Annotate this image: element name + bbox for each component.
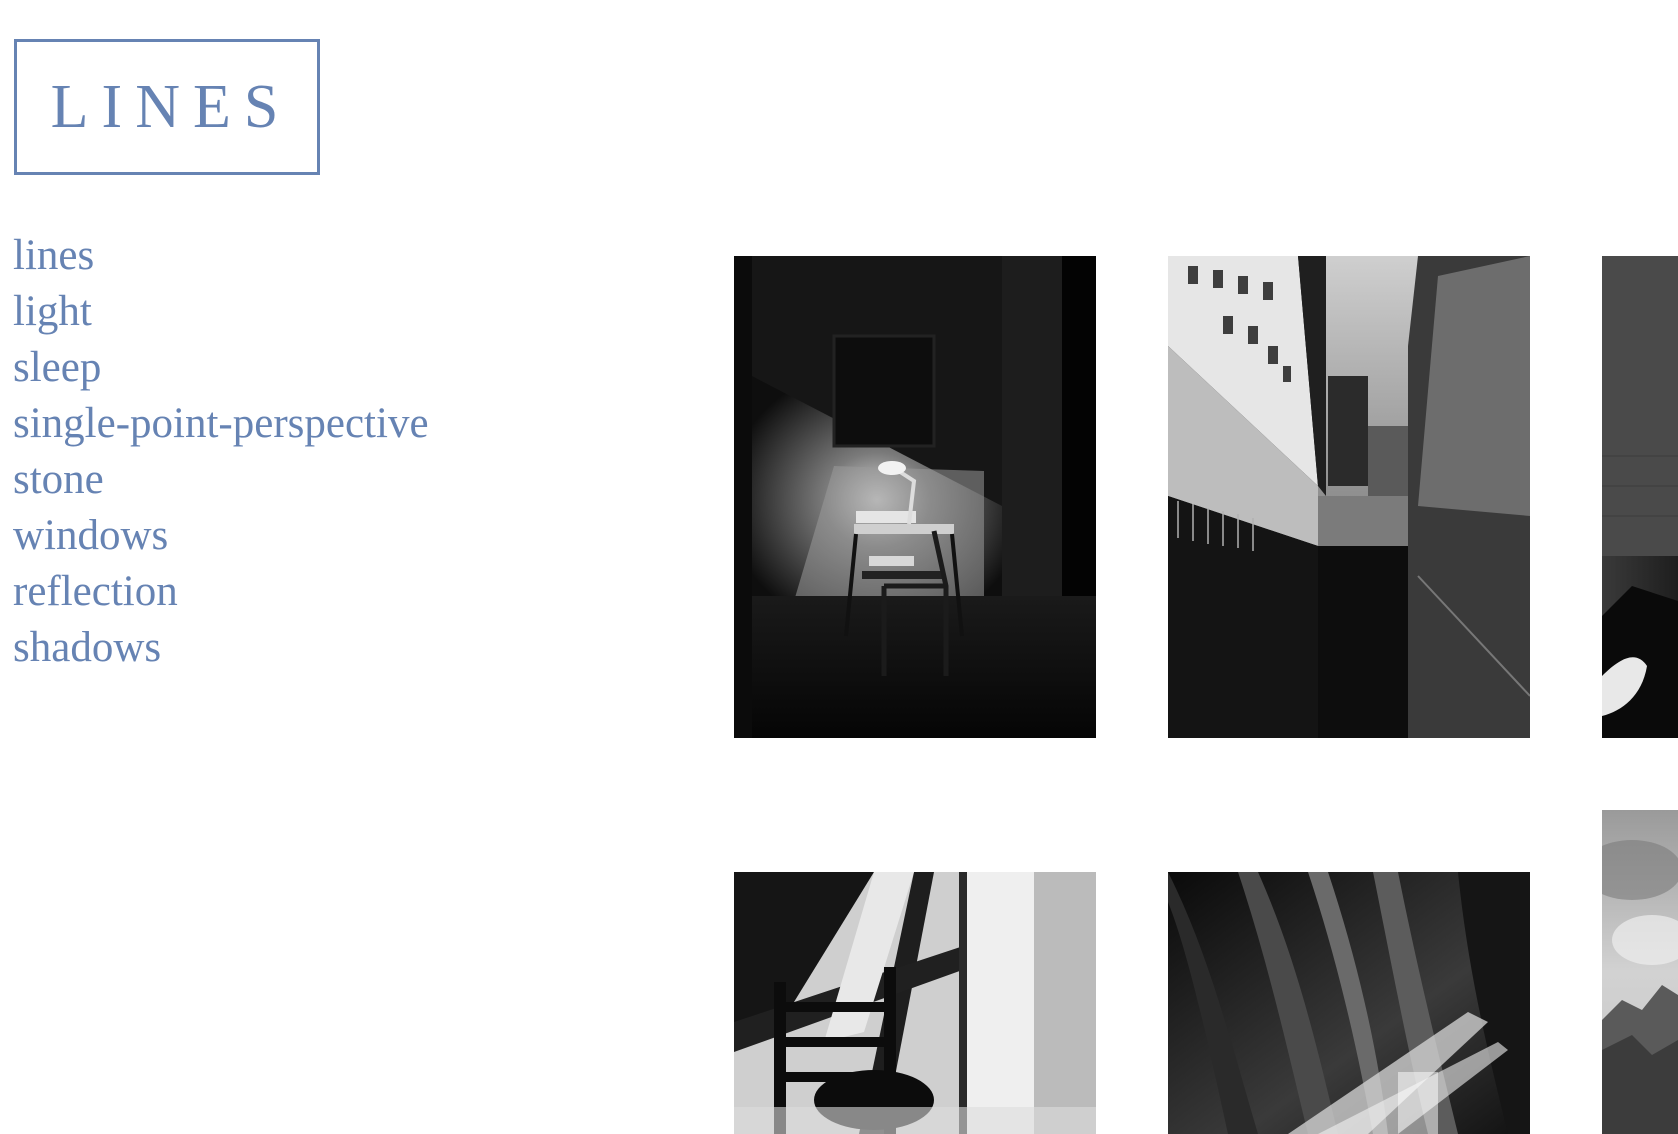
photo-thumbnail-alley[interactable] [1168, 256, 1530, 738]
alley-photo [1168, 256, 1530, 738]
nav-item-sleep[interactable]: sleep [13, 340, 429, 396]
photo-thumbnail-lamp-desk[interactable] [734, 256, 1096, 738]
nav-item-single-point-perspective[interactable]: single-point-perspective [13, 396, 429, 452]
nav-item-light[interactable]: light [13, 284, 429, 340]
window-shadow-photo [734, 872, 1096, 1134]
photo-thumbnail-mountains[interactable] [1602, 810, 1678, 1134]
photo-thumbnail-window-shadow[interactable] [734, 872, 1096, 1134]
logo-text: LINES [50, 73, 292, 141]
photo-thumbnail-cropped-top[interactable] [1602, 256, 1678, 738]
curtains-photo [1168, 872, 1530, 1134]
nav-item-shadows[interactable]: shadows [13, 620, 429, 676]
nav-item-windows[interactable]: windows [13, 508, 429, 564]
site-logo[interactable]: LINES [14, 39, 320, 175]
mountains-photo [1602, 810, 1678, 1134]
nav-item-reflection[interactable]: reflection [13, 564, 429, 620]
category-nav: lines light sleep single-point-perspecti… [13, 228, 429, 676]
nav-item-stone[interactable]: stone [13, 452, 429, 508]
nav-item-lines[interactable]: lines [13, 228, 429, 284]
photo-thumbnail-curtains[interactable] [1168, 872, 1530, 1134]
lamp-desk-photo [734, 256, 1096, 738]
cropped-photo-top [1602, 256, 1678, 738]
